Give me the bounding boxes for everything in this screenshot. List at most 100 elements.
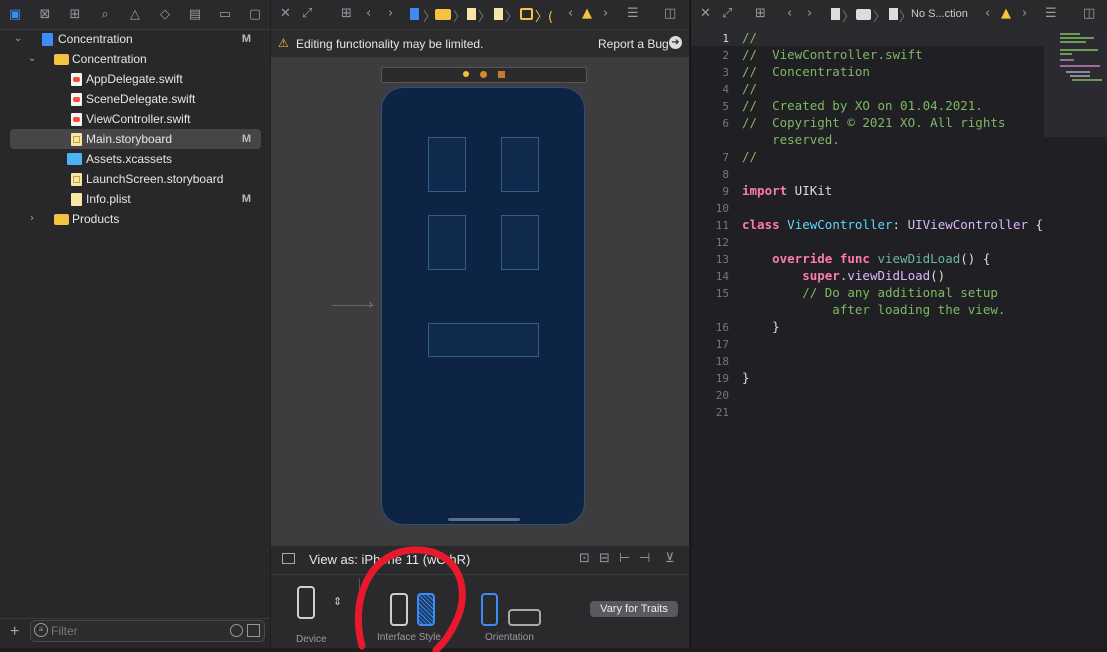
chevron-right-icon[interactable]: ›	[30, 209, 34, 229]
tree-row-group[interactable]: › Products	[10, 209, 261, 229]
swift-file-icon	[71, 73, 82, 86]
forward-icon[interactable]: ›	[603, 6, 608, 21]
folder-icon[interactable]: ▣	[7, 6, 23, 22]
forward-icon[interactable]: ›	[1022, 6, 1027, 21]
filter-input[interactable]: ≡ Filter	[30, 620, 265, 642]
pin-icon[interactable]: ⊣	[639, 551, 650, 566]
view-controller-icon[interactable]	[463, 71, 469, 77]
code-line[interactable]: //	[742, 81, 757, 96]
label-view[interactable]	[428, 323, 539, 357]
tree-row-file[interactable]: SceneDelegate.swift	[10, 89, 261, 109]
storyboard-file-icon[interactable]	[494, 8, 503, 20]
add-editor-icon[interactable]: ◫	[1083, 6, 1095, 21]
update-frames-icon[interactable]: ⊡	[579, 551, 590, 566]
editor-options-icon[interactable]: ☰	[1045, 6, 1057, 21]
breadcrumb-section[interactable]: No S...ction	[911, 8, 968, 20]
align-icon[interactable]: ⊢	[619, 551, 630, 566]
source-control-icon[interactable]: ⊠	[37, 6, 53, 22]
forward-icon[interactable]: ›	[807, 6, 812, 21]
vary-for-traits-button[interactable]: Vary for Traits	[590, 601, 678, 617]
report-bug-link[interactable]: Report a Bug	[598, 37, 669, 51]
code-line[interactable]: override func viewDidLoad() {	[742, 251, 990, 266]
code-line[interactable]: import UIKit	[742, 183, 832, 198]
folder-icon	[54, 54, 69, 65]
folder-icon[interactable]	[435, 9, 451, 20]
clock-icon[interactable]	[230, 624, 243, 637]
tree-row-file[interactable]: ViewController.swift	[10, 109, 261, 129]
device-phone-icon[interactable]	[297, 586, 315, 619]
back-icon[interactable]: ‹	[366, 6, 371, 21]
add-icon[interactable]: +	[10, 623, 19, 641]
report-icon[interactable]: ▢	[247, 6, 263, 22]
card-button[interactable]	[428, 137, 466, 192]
first-responder-icon[interactable]	[480, 71, 487, 78]
debug-icon[interactable]: ▤	[187, 6, 203, 22]
file-icon[interactable]	[889, 8, 898, 20]
storyboard-file-icon	[71, 173, 82, 186]
warning-icon[interactable]: ▲	[582, 6, 592, 21]
add-editor-icon[interactable]: ◫	[664, 6, 676, 21]
related-items-icon[interactable]: ⊞	[341, 6, 352, 21]
editor-options-icon[interactable]: ☰	[627, 6, 639, 21]
project-icon[interactable]	[410, 8, 419, 20]
line-number: 3	[722, 66, 729, 79]
tree-row-project[interactable]: ⌄ Concentration M	[10, 29, 261, 49]
minimap[interactable]	[1044, 29, 1107, 137]
tree-row-file[interactable]: Assets.xcassets	[10, 149, 261, 169]
embed-icon[interactable]: ⊟	[599, 551, 610, 566]
chevron-down-icon[interactable]: ⌄	[28, 49, 36, 69]
stepper-icon[interactable]: ⇕	[333, 595, 342, 608]
filter-icon: ≡	[34, 623, 48, 637]
landscape-orientation-icon[interactable]	[508, 609, 541, 626]
scene-icon[interactable]	[520, 8, 533, 20]
code-line[interactable]: class ViewController: UIViewController {	[742, 217, 1043, 232]
code-line-wrapped[interactable]: after loading the view.	[742, 302, 1005, 317]
related-items-icon[interactable]: ⊞	[755, 6, 766, 21]
code-line[interactable]: }	[742, 370, 750, 385]
code-line[interactable]: //	[742, 149, 757, 164]
card-button[interactable]	[501, 137, 539, 192]
hierarchy-icon[interactable]: ⊞	[67, 6, 83, 22]
tree-row-file[interactable]: AppDelegate.swift	[10, 69, 261, 89]
resolve-icon[interactable]: ⊻	[665, 551, 675, 566]
close-icon[interactable]: ✕	[280, 6, 291, 21]
test-icon[interactable]: ◇	[157, 6, 173, 22]
folder-icon[interactable]	[856, 9, 871, 20]
document-outline-icon[interactable]	[282, 553, 295, 564]
file-icon[interactable]	[831, 8, 840, 20]
forward-icon[interactable]: ›	[388, 6, 393, 21]
code-line-wrapped[interactable]: reserved.	[742, 132, 840, 147]
expand-icon[interactable]: ⤢	[722, 6, 732, 21]
storyboard-file-icon[interactable]	[467, 8, 476, 20]
code-line[interactable]: // Concentration	[742, 64, 870, 79]
tree-row-file[interactable]: LaunchScreen.storyboard	[10, 169, 261, 189]
arrow-right-icon[interactable]: ➜	[669, 36, 682, 49]
expand-icon[interactable]: ⤢	[302, 6, 312, 21]
breakpoint-icon[interactable]: ▭	[217, 6, 233, 22]
portrait-orientation-icon[interactable]	[481, 593, 498, 626]
tree-row-group[interactable]: ⌄ Concentration	[10, 49, 261, 69]
warning-icon[interactable]: ▲	[1001, 6, 1011, 21]
scene-dock[interactable]	[381, 67, 587, 83]
code-line[interactable]: // Do any additional setup	[742, 285, 998, 300]
code-line[interactable]: // Copyright © 2021 XO. All rights	[742, 115, 1005, 130]
card-button[interactable]	[501, 215, 539, 270]
search-icon[interactable]: ⌕	[97, 6, 113, 22]
close-icon[interactable]: ✕	[700, 6, 711, 21]
back-icon[interactable]: ‹	[568, 6, 573, 21]
code-line[interactable]: super.viewDidLoad()	[742, 268, 945, 283]
chevron-down-icon[interactable]: ⌄	[14, 29, 22, 49]
tree-row-file-selected[interactable]: Main.storyboard M	[10, 129, 261, 149]
tree-row-file[interactable]: Info.plist M	[10, 189, 261, 209]
back-icon[interactable]: ‹	[985, 6, 990, 21]
iphone-scene[interactable]	[381, 87, 585, 525]
card-button[interactable]	[428, 215, 466, 270]
code-line[interactable]: // Created by XO on 01.04.2021.	[742, 98, 983, 113]
warning-icon[interactable]: △	[127, 6, 143, 22]
back-icon[interactable]: ‹	[787, 6, 792, 21]
code-line[interactable]: //	[742, 30, 757, 45]
exit-icon[interactable]	[498, 71, 505, 78]
code-line[interactable]: // ViewController.swift	[742, 47, 923, 62]
code-line[interactable]: }	[742, 319, 780, 334]
scm-filter-icon[interactable]	[247, 624, 260, 637]
